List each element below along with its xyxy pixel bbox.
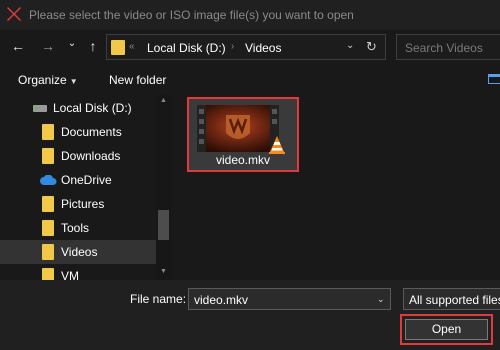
caret-down-icon: ▼ [69, 77, 78, 86]
file-item-video-mkv[interactable]: video.mkv [187, 97, 299, 172]
sidebar-item-label: Videos [61, 245, 98, 259]
title-bar: Please select the video or ISO image fil… [0, 0, 500, 30]
folder-icon [42, 148, 54, 164]
folder-icon [42, 196, 54, 212]
sidebar-item-documents[interactable]: Documents [0, 120, 156, 144]
sidebar-item-label: Pictures [61, 197, 105, 211]
sidebar-item-label: VM [61, 269, 79, 280]
sidebar-item-local-disk[interactable]: Local Disk (D:) [0, 96, 156, 120]
back-arrow-icon[interactable]: ← [10, 38, 26, 54]
sidebar-item-pictures[interactable]: Pictures [0, 192, 156, 216]
breadcrumb-videos[interactable]: Videos [245, 41, 281, 55]
navigation-pane: Local Disk (D:) Documents Downloads OneD… [0, 94, 172, 280]
address-dropdown-chevron-icon[interactable]: ⌄ [346, 40, 354, 51]
up-arrow-icon[interactable]: ↑ [85, 38, 101, 54]
organize-label: Organize [18, 73, 67, 87]
open-button[interactable]: Open [405, 319, 488, 340]
dialog-title: Please select the video or ISO image fil… [29, 8, 354, 22]
file-type-filter-value: All supported files [409, 293, 500, 307]
drive-icon [33, 105, 47, 112]
search-placeholder: Search Videos [405, 41, 483, 55]
red-x-icon [7, 7, 21, 21]
sidebar-item-tools[interactable]: Tools [0, 216, 156, 240]
overflow-chevron-icon[interactable]: « [129, 41, 135, 52]
folder-icon [111, 40, 125, 55]
sidebar-item-onedrive[interactable]: OneDrive [0, 168, 156, 192]
file-name-input[interactable]: video.mkv ⌄ [188, 288, 391, 310]
organize-menu-button[interactable]: Organize ▼ [18, 73, 78, 87]
chevron-down-icon[interactable]: ⌄ [377, 294, 385, 305]
sidebar-item-label: Documents [61, 125, 122, 139]
recent-locations-chevron-icon[interactable]: ⌄ [64, 36, 80, 52]
view-options-icon[interactable] [488, 74, 500, 84]
vlc-cone-icon [269, 136, 285, 154]
sidebar-item-downloads[interactable]: Downloads [0, 144, 156, 168]
sidebar-item-label: OneDrive [61, 173, 112, 187]
search-input[interactable]: Search Videos [396, 34, 500, 60]
refresh-icon[interactable]: ↻ [366, 39, 377, 55]
scroll-up-arrow-icon[interactable]: ▲ [160, 97, 167, 104]
folder-icon [42, 244, 54, 260]
scrollbar-thumb[interactable] [158, 210, 169, 240]
address-bar[interactable]: « Local Disk (D:) › Videos [106, 34, 386, 60]
breadcrumb-local-disk[interactable]: Local Disk (D:) [147, 41, 226, 55]
sidebar-item-label: Downloads [61, 149, 121, 163]
new-folder-button[interactable]: New folder [109, 73, 166, 87]
folder-icon [42, 220, 54, 236]
folder-icon [42, 124, 54, 140]
file-name-label: File name: [130, 292, 187, 306]
sidebar-scrollbar[interactable] [156, 94, 172, 280]
file-name-value: video.mkv [194, 293, 249, 307]
sidebar-item-vm[interactable]: VM [0, 264, 156, 280]
scroll-down-arrow-icon[interactable]: ▼ [160, 268, 167, 275]
folder-icon [42, 268, 54, 280]
cloud-icon [40, 175, 57, 185]
sidebar-item-label: Tools [61, 221, 90, 235]
sidebar-item-videos[interactable]: Videos [0, 240, 156, 264]
open-button-highlight: Open [400, 314, 493, 345]
forward-arrow-icon[interactable]: → [40, 38, 56, 54]
breadcrumb-separator: › [231, 41, 235, 52]
sidebar-item-label: Local Disk (D:) [53, 101, 132, 115]
file-name-label: video.mkv [215, 153, 271, 167]
file-type-filter-select[interactable]: All supported files [403, 288, 500, 310]
